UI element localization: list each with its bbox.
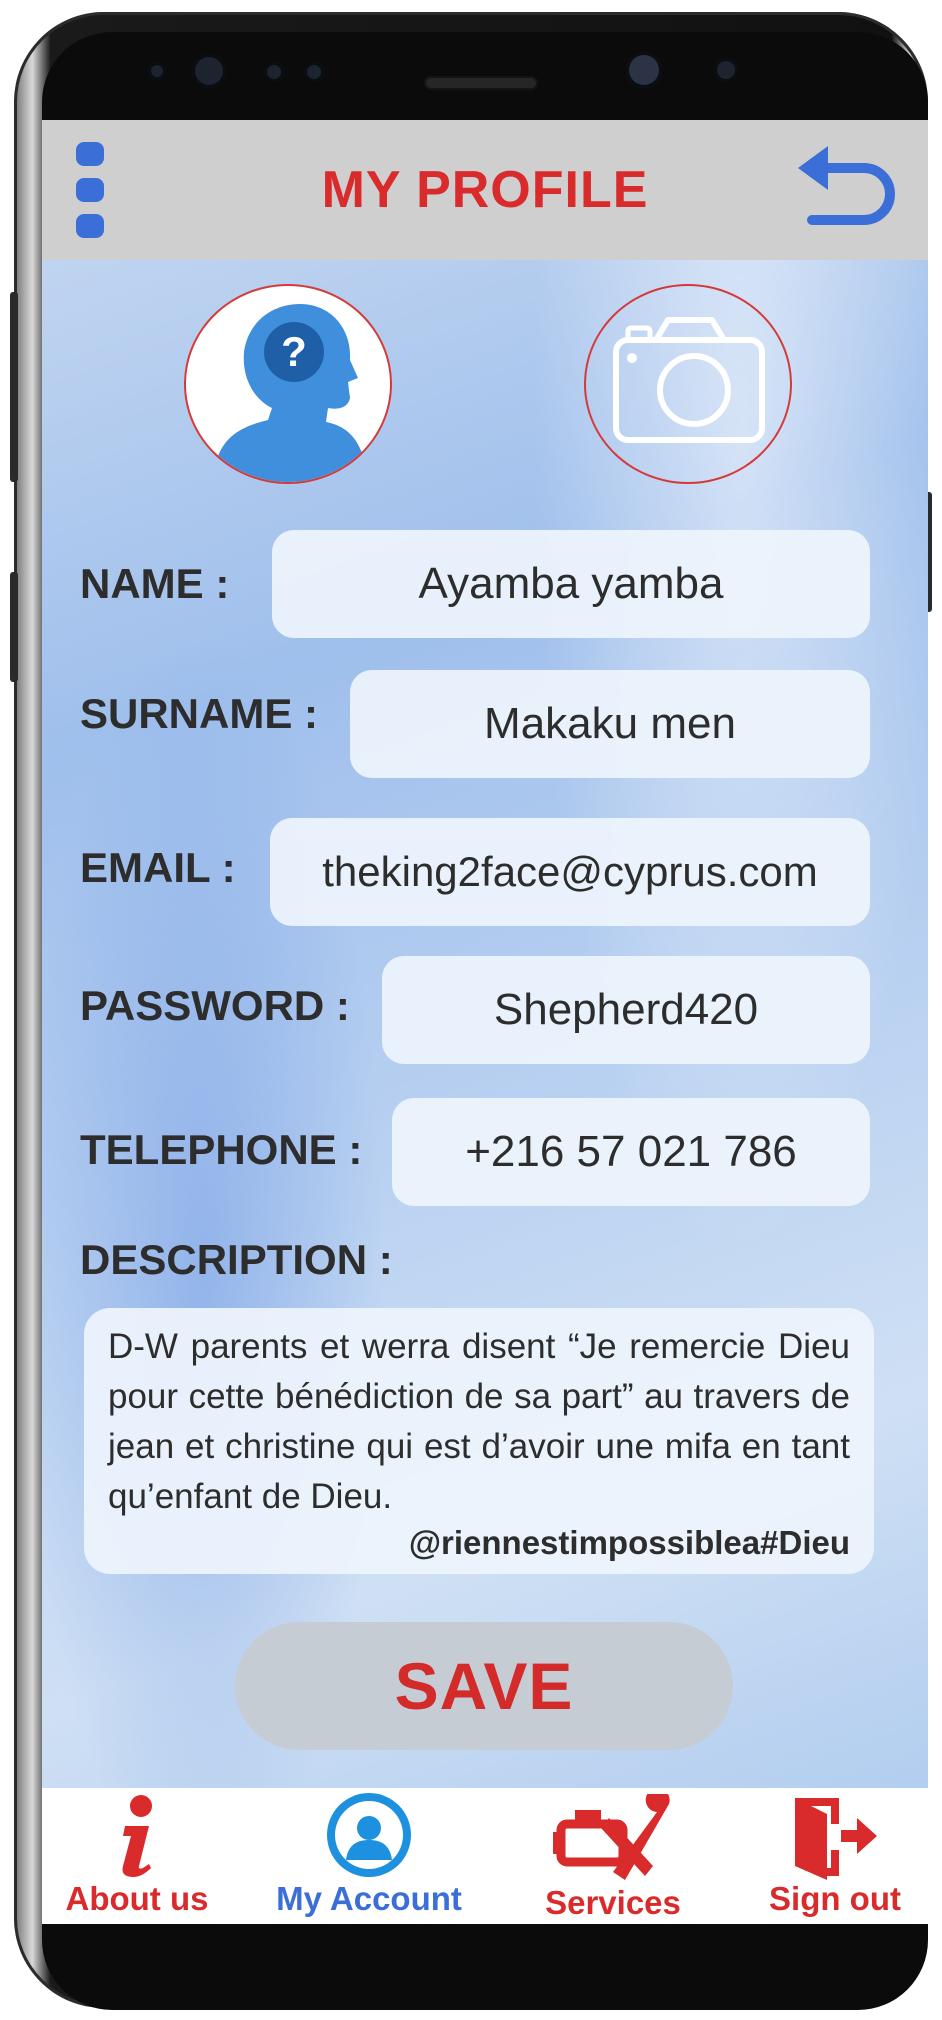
bixby-button	[10, 572, 18, 682]
name-field[interactable]: Ayamba yamba	[272, 530, 870, 638]
password-label: PASSWORD :	[80, 982, 350, 1029]
sensor-dot	[264, 62, 284, 82]
phone-frame: MY PROFILE ? NAME : Ayamba yamba SURNAME…	[10, 12, 932, 2010]
iris-camera	[714, 58, 738, 82]
nav-my-account[interactable]: My Account	[264, 1788, 474, 1924]
name-label: NAME :	[80, 560, 230, 607]
nav-services-label: Services	[545, 1884, 681, 1921]
email-label: EMAIL :	[80, 844, 236, 891]
surname-field[interactable]: Makaku men	[350, 670, 870, 778]
earpiece-speaker	[424, 76, 538, 90]
screen: MY PROFILE ? NAME : Ayamba yamba SURNAME…	[42, 120, 928, 1924]
volume-button	[10, 292, 18, 482]
front-camera	[626, 52, 662, 88]
sensor-dot	[148, 62, 166, 80]
change-photo-button[interactable]	[584, 284, 792, 484]
profile-picture[interactable]: ?	[184, 284, 392, 484]
bottom-nav: About us My Account Services Sign out	[42, 1788, 928, 1924]
nav-sign-out[interactable]: Sign out	[742, 1788, 928, 1924]
nav-services[interactable]: Services	[518, 1788, 708, 1924]
save-button[interactable]: SAVE	[235, 1622, 733, 1750]
description-hashtag: @riennestimpossiblea#Dieu	[408, 1524, 850, 1561]
description-text: D-W parents et werra disent “Je remercie…	[108, 1327, 850, 1516]
camera-icon	[613, 317, 765, 443]
nav-sign-out-label: Sign out	[769, 1880, 901, 1917]
svg-text:?: ?	[281, 328, 307, 375]
telephone-field[interactable]: +216 57 021 786	[392, 1098, 870, 1206]
description-field[interactable]: D-W parents et werra disent “Je remercie…	[84, 1308, 874, 1574]
engine-tools-icon	[553, 1794, 670, 1880]
profile-unknown-icon: ?	[214, 304, 368, 482]
info-icon	[122, 1795, 152, 1877]
user-icon	[327, 1793, 411, 1877]
iris-scanner	[192, 54, 226, 88]
app-bar: MY PROFILE	[42, 120, 928, 260]
telephone-label: TELEPHONE :	[80, 1126, 363, 1173]
sensor-dot	[304, 62, 324, 82]
back-arrow-icon[interactable]	[794, 146, 898, 230]
nav-about-us[interactable]: About us	[42, 1788, 232, 1924]
surname-label: SURNAME :	[80, 690, 318, 737]
bottom-bezel	[42, 1924, 928, 2010]
description-label: DESCRIPTION :	[80, 1236, 393, 1283]
email-field[interactable]: theking2face@cyprus.com	[270, 818, 870, 926]
nav-about-us-label: About us	[65, 1880, 209, 1917]
exit-door-icon	[795, 1798, 877, 1880]
nav-my-account-label: My Account	[276, 1880, 462, 1917]
password-field[interactable]: Shepherd420	[382, 956, 870, 1064]
